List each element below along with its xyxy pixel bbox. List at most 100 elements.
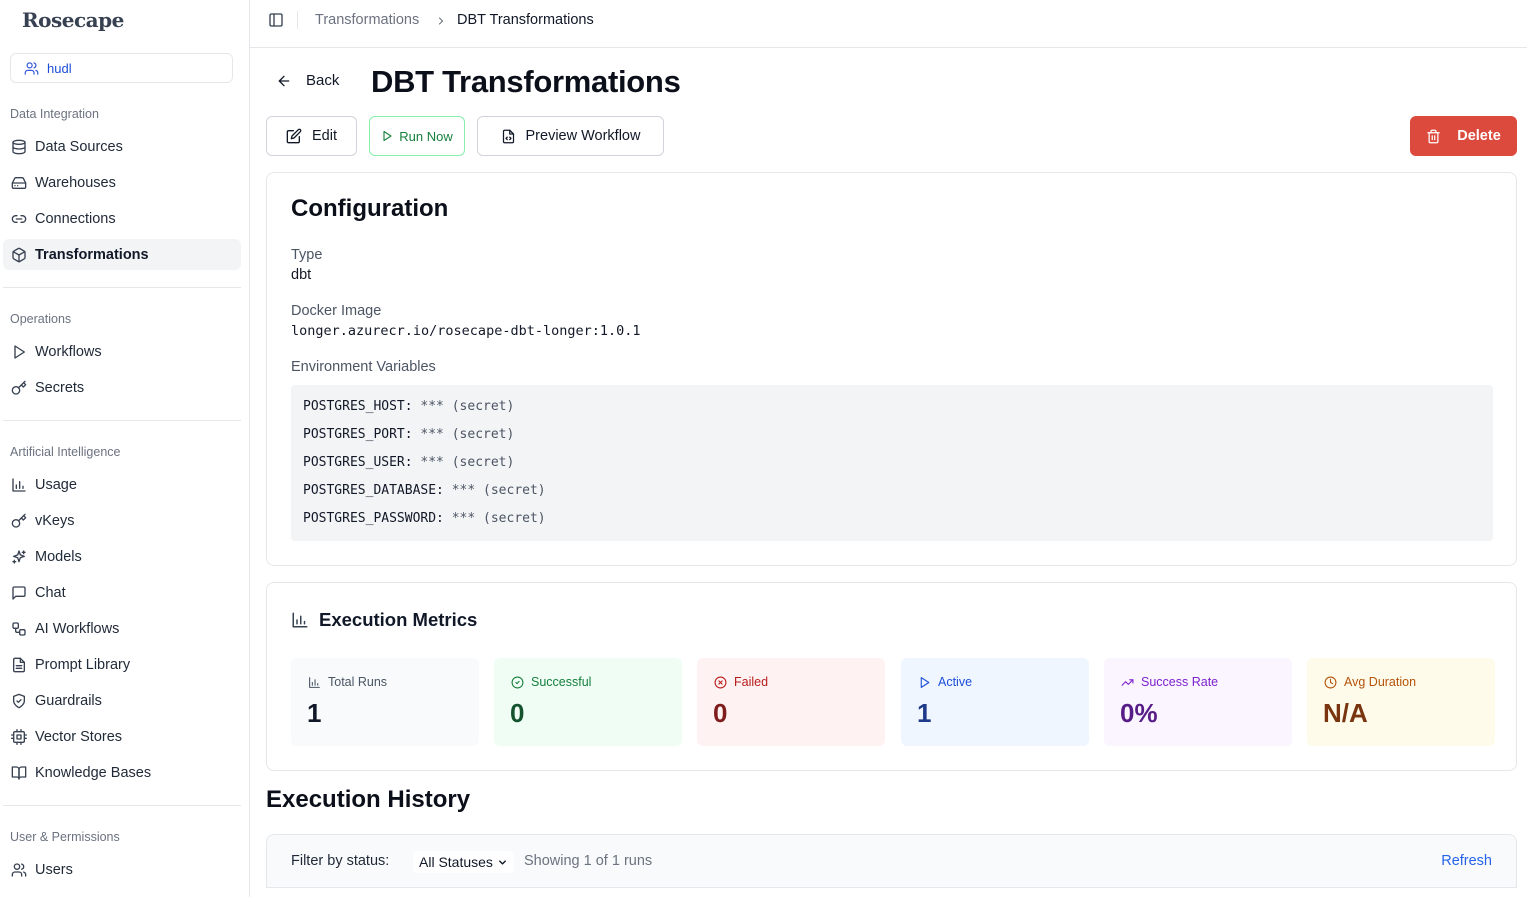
book-open-icon (11, 765, 27, 780)
sidebar-item-users[interactable]: Users (3, 854, 241, 885)
section-label-user-permissions: User & Permissions (10, 830, 120, 844)
metric-label: Success Rate (1141, 675, 1219, 689)
trash-icon (1427, 129, 1440, 143)
metric-value: 0 (510, 698, 525, 728)
execution-metrics-card: Execution Metrics Total Runs 1 Successfu… (266, 582, 1517, 771)
sidebar-item-guardrails[interactable]: Guardrails (3, 685, 241, 716)
sidebar: Rosecape hudl Data Integration Data Sour… (0, 0, 250, 897)
back-button[interactable]: Back (276, 72, 339, 89)
sidebar-item-usage[interactable]: Usage (3, 469, 241, 500)
bar-chart-icon (309, 676, 320, 688)
link-icon (11, 214, 27, 223)
sidebar-item-label: Prompt Library (35, 656, 131, 673)
chevron-down-icon (499, 859, 506, 865)
check-circle-icon (511, 676, 524, 688)
file-text-icon (13, 657, 25, 672)
sidebar-item-connections[interactable]: Connections (3, 203, 241, 234)
env-vars-label: Environment Variables (291, 359, 436, 375)
sidebar-item-warehouses[interactable]: Warehouses (3, 167, 241, 198)
sidebar-item-chat[interactable]: Chat (3, 577, 241, 608)
run-now-button[interactable]: Run Now (369, 116, 465, 156)
bar-chart-icon (292, 612, 308, 628)
history-filter-bar: Filter by status: All Statuses Showing 1… (266, 834, 1517, 888)
sidebar-item-prompt-library[interactable]: Prompt Library (3, 649, 241, 680)
env-var-value: *** (secret) (451, 483, 546, 498)
preview-workflow-button[interactable]: Preview Workflow (477, 116, 664, 156)
env-var-row: POSTGRES_DATABASE: *** (secret) (303, 481, 1481, 509)
sidebar-item-ai-workflows[interactable]: AI Workflows (3, 613, 241, 644)
sidebar-item-label: vKeys (35, 512, 75, 529)
sidebar-item-label: AI Workflows (35, 620, 120, 637)
sidebar-item-label: Secrets (35, 379, 85, 396)
sidebar-item-data-sources[interactable]: Data Sources (3, 131, 241, 162)
edit-icon (286, 128, 302, 144)
metric-value: N/A (1323, 698, 1368, 728)
configuration-card: Configuration Type dbt Docker Image long… (266, 172, 1517, 566)
sidebar-item-knowledge-bases[interactable]: Knowledge Bases (3, 757, 241, 788)
refresh-button[interactable]: Refresh (1441, 853, 1492, 869)
metric-label: Successful (531, 675, 592, 689)
arrow-left-icon (278, 75, 290, 86)
message-square-icon (12, 585, 26, 600)
trending-up-icon (1121, 678, 1134, 686)
sidebar-item-vkeys[interactable]: vKeys (3, 505, 241, 536)
chevron-right-icon (438, 17, 444, 25)
sidebar-item-label: Transformations (35, 246, 149, 263)
metric-tile-success-rate: Success Rate 0% (1104, 658, 1292, 746)
metric-tile-total-runs: Total Runs 1 (291, 658, 479, 746)
workflow-icon (12, 621, 26, 636)
metric-value: 1 (917, 698, 932, 728)
env-var-value: *** (secret) (451, 511, 546, 526)
topbar: Transformations DBT Transformations (250, 0, 1527, 48)
configuration-title: Configuration (291, 195, 449, 222)
sidebar-item-secrets[interactable]: Secrets (3, 372, 241, 403)
play-icon (14, 344, 25, 359)
metric-tile-active: Active 1 (901, 658, 1089, 746)
metric-label: Failed (734, 675, 769, 689)
filter-label: Filter by status: (291, 853, 390, 869)
env-var-key: POSTGRES_USER: (303, 455, 413, 470)
sidebar-item-label: Users (35, 861, 73, 878)
env-var-row: POSTGRES_PASSWORD: *** (secret) (303, 509, 1481, 537)
sidebar-item-transformations[interactable]: Transformations (3, 239, 241, 270)
breadcrumb-parent[interactable]: Transformations (315, 12, 419, 28)
sidebar-item-label: Connections (35, 210, 116, 227)
metric-tile-avg-duration: Avg Duration N/A (1307, 658, 1495, 746)
execution-history-title: Execution History (266, 786, 471, 813)
metric-value: 0 (713, 698, 728, 728)
env-vars-block: POSTGRES_HOST: *** (secret) POSTGRES_POR… (291, 385, 1493, 541)
hard-drive-icon (11, 176, 27, 189)
section-label-operations: Operations (10, 312, 72, 326)
play-icon (383, 130, 392, 142)
sidebar-item-vector-stores[interactable]: Vector Stores (3, 721, 241, 752)
org-switcher[interactable]: hudl (10, 53, 233, 83)
type-value: dbt (291, 267, 312, 283)
sidebar-item-workflows[interactable]: Workflows (3, 336, 241, 367)
sidebar-item-label: Data Sources (35, 138, 123, 155)
execution-metrics-title: Execution Metrics (319, 609, 478, 630)
sidebar-item-label: Warehouses (35, 174, 116, 191)
env-var-key: POSTGRES_PASSWORD: (303, 511, 444, 526)
env-var-value: *** (secret) (420, 427, 515, 442)
metric-label: Total Runs (328, 675, 388, 689)
edit-button[interactable]: Edit (266, 116, 357, 156)
sidebar-item-label: Workflows (35, 343, 102, 360)
execution-metrics-header: Execution Metrics (291, 609, 477, 631)
shield-icon (13, 693, 25, 708)
topbar-separator (297, 11, 298, 29)
app-logo[interactable]: Rosecape (22, 8, 124, 32)
sidebar-item-label: Usage (35, 476, 77, 493)
breadcrumb-current: DBT Transformations (457, 12, 594, 28)
sidebar-item-models[interactable]: Models (3, 541, 241, 572)
section-label-ai: Artificial Intelligence (10, 445, 121, 459)
env-var-value: *** (secret) (420, 455, 515, 470)
edit-label: Edit (312, 128, 337, 144)
x-circle-icon (714, 676, 727, 688)
sidebar-item-label: Knowledge Bases (35, 764, 152, 781)
docker-image-label: Docker Image (291, 303, 382, 319)
key-icon (11, 513, 27, 528)
status-filter-select[interactable]: All Statuses (413, 851, 514, 873)
sidebar-toggle-button[interactable] (268, 12, 284, 28)
sidebar-item-label: Vector Stores (35, 728, 123, 745)
delete-button[interactable]: Delete (1410, 116, 1517, 156)
